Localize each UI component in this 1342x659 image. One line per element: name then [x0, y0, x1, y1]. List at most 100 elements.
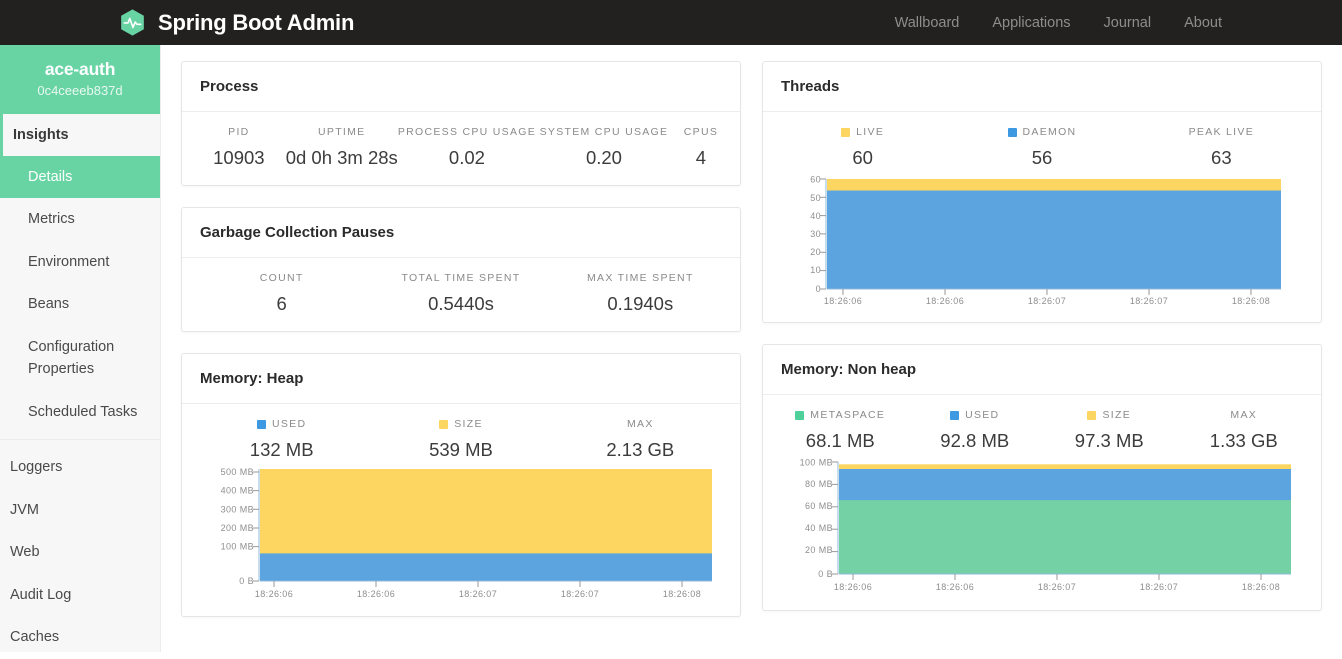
stat-value: 97.3 MB	[1074, 430, 1144, 451]
sidebar-item-beans[interactable]: Beans	[0, 283, 160, 325]
stat-value: 1.33 GB	[1209, 430, 1278, 451]
stat-value: 4	[695, 147, 707, 168]
threads-chart-x-axis: 18:26:06 18:26:06 18:26:07 18:26:07 18:2…	[824, 288, 1281, 306]
nav-link-about[interactable]: About	[1184, 15, 1222, 31]
stat-label-text: Size	[1102, 409, 1132, 421]
sidebar-item-loggers[interactable]: Loggers	[0, 446, 160, 488]
heap-memory-chart: 500 MB 400 MB 300 MB 200 MB 100 MB 0 B 1…	[192, 461, 730, 600]
right-column: Threads Live 60	[762, 61, 1322, 638]
x-tick-label: 18:26:08	[1232, 296, 1270, 306]
stat-label-text: Daemon	[1022, 126, 1077, 138]
nav-link-applications[interactable]: Applications	[992, 15, 1070, 31]
stat-value: 56	[1031, 147, 1053, 168]
svg-text:200 MB: 200 MB	[221, 523, 254, 533]
svg-text:500 MB: 500 MB	[221, 467, 254, 477]
brand-link[interactable]: Spring Boot Admin	[118, 8, 354, 37]
svg-text:30: 30	[810, 229, 821, 239]
gc-pauses-card: Garbage Collection Pauses Count 6 Total …	[181, 207, 741, 332]
sidebar-item-jvm[interactable]: JVM	[0, 489, 160, 531]
stat-gc-max-time-spent: Max Time Spent 0.1940s	[551, 272, 730, 315]
svg-text:50: 50	[810, 193, 821, 203]
sidebar: ace-auth 0c4ceeeb837d Insights Details M…	[0, 45, 161, 652]
stat-value: 0.1940s	[607, 293, 674, 314]
stat-value: 132 MB	[249, 439, 314, 460]
stat-value: 0.20	[585, 147, 622, 168]
svg-text:60 MB: 60 MB	[805, 501, 833, 511]
threads-card: Threads Live 60	[762, 61, 1322, 323]
nav-link-journal[interactable]: Journal	[1104, 15, 1152, 31]
stat-nonheap-max: Max 1.33 GB	[1177, 409, 1312, 452]
instance-header: ace-auth 0c4ceeeb837d	[0, 45, 160, 114]
stat-process-cpu-usage: Process CPU Usage 0.02	[398, 126, 536, 169]
stat-label: Peak Live	[1188, 126, 1255, 138]
cards-grid: Process PID 10903 Uptime 0d 0h 3m 28s Pr…	[181, 61, 1322, 638]
sidebar-item-environment[interactable]: Environment	[0, 241, 160, 283]
stat-label: Size	[1042, 409, 1177, 421]
threads-card-title: Threads	[763, 62, 1321, 112]
main-content: Process PID 10903 Uptime 0d 0h 3m 28s Pr…	[161, 45, 1342, 652]
stat-threads-peak-live: Peak Live 63	[1132, 126, 1311, 169]
gc-stats: Count 6 Total Time Spent 0.5440s Max Tim…	[192, 272, 730, 315]
svg-text:100 MB: 100 MB	[221, 542, 254, 552]
nonheap-chart-series	[839, 464, 1291, 574]
top-navbar: Spring Boot Admin Wallboard Applications…	[0, 0, 1342, 45]
stat-value: 2.13 GB	[606, 439, 675, 460]
x-tick-label: 18:26:06	[357, 589, 395, 599]
stat-nonheap-used: Used 92.8 MB	[908, 409, 1043, 452]
stat-heap-used: Used 132 MB	[192, 418, 371, 461]
stat-value: 539 MB	[429, 439, 493, 460]
sidebar-item-caches[interactable]: Caches	[0, 616, 160, 658]
stat-label-text: Live	[856, 126, 885, 138]
stat-uptime: Uptime 0d 0h 3m 28s	[286, 126, 398, 169]
x-tick-label: 18:26:06	[834, 582, 872, 592]
process-card: Process PID 10903 Uptime 0d 0h 3m 28s Pr…	[181, 61, 741, 186]
sidebar-item-details[interactable]: Details	[0, 156, 160, 199]
x-tick-label: 18:26:07	[1140, 582, 1178, 592]
stat-threads-daemon: Daemon 56	[952, 126, 1131, 169]
legend-swatch-daemon	[1007, 127, 1017, 137]
nonheap-chart-y-axis: 100 MB 80 MB 60 MB 40 MB 20 MB 0 B	[800, 458, 839, 579]
stat-label: Used	[192, 418, 371, 430]
stat-value: 10903	[213, 147, 265, 168]
svg-text:300 MB: 300 MB	[221, 504, 254, 514]
nav-link-wallboard[interactable]: Wallboard	[895, 15, 960, 31]
process-card-title: Process	[182, 62, 740, 112]
gc-pauses-card-body: Count 6 Total Time Spent 0.5440s Max Tim…	[182, 258, 740, 331]
legend-swatch-metaspace	[795, 410, 805, 420]
svg-text:100 MB: 100 MB	[800, 458, 833, 468]
sidebar-item-web[interactable]: Web	[0, 531, 160, 573]
stat-label: Count	[259, 272, 304, 284]
threads-chart: 60 50 40 30 20 10 0 18:26:06 18:26:06 18…	[773, 169, 1311, 306]
legend-swatch-size	[1087, 410, 1097, 420]
stat-label: Metaspace	[773, 409, 908, 421]
process-stats: PID 10903 Uptime 0d 0h 3m 28s Process CP…	[192, 126, 730, 169]
svg-text:0 B: 0 B	[818, 569, 833, 579]
sidebar-item-scheduled-tasks[interactable]: Scheduled Tasks	[0, 391, 160, 433]
stat-nonheap-metaspace: Metaspace 68.1 MB	[773, 409, 908, 452]
svg-text:20 MB: 20 MB	[805, 545, 833, 555]
navbar-links: Wallboard Applications Journal About	[895, 15, 1222, 31]
stat-system-cpu-usage: System CPU Usage 0.20	[536, 126, 672, 169]
stat-label: Max	[1230, 409, 1258, 421]
threads-card-body: Live 60 Daemon 56 Peak Live	[763, 112, 1321, 322]
stat-heap-size: Size 539 MB	[371, 418, 550, 461]
nonheap-memory-card-title: Memory: Non heap	[763, 345, 1321, 395]
stat-label: Total Time Spent	[401, 272, 521, 284]
process-card-body: PID 10903 Uptime 0d 0h 3m 28s Process CP…	[182, 112, 740, 185]
sidebar-item-audit-log[interactable]: Audit Log	[0, 574, 160, 616]
stat-label: Max	[626, 418, 654, 430]
heap-memory-card-body: Used 132 MB Size 539 MB Max	[182, 404, 740, 616]
svg-text:400 MB: 400 MB	[221, 486, 254, 496]
heap-memory-card-title: Memory: Heap	[182, 354, 740, 404]
stat-label: PID	[228, 126, 250, 138]
svg-text:40 MB: 40 MB	[805, 523, 833, 533]
instance-id: 0c4ceeeb837d	[37, 83, 123, 98]
stat-label-text: Used	[271, 418, 307, 430]
stat-value: 0d 0h 3m 28s	[285, 147, 398, 168]
svg-text:10: 10	[810, 265, 821, 275]
stat-value: 68.1 MB	[805, 430, 875, 451]
svg-text:0 B: 0 B	[239, 576, 254, 586]
heap-chart-series	[260, 469, 712, 581]
sidebar-item-configuration-properties[interactable]: Configuration Properties	[0, 326, 160, 391]
sidebar-item-metrics[interactable]: Metrics	[0, 198, 160, 240]
